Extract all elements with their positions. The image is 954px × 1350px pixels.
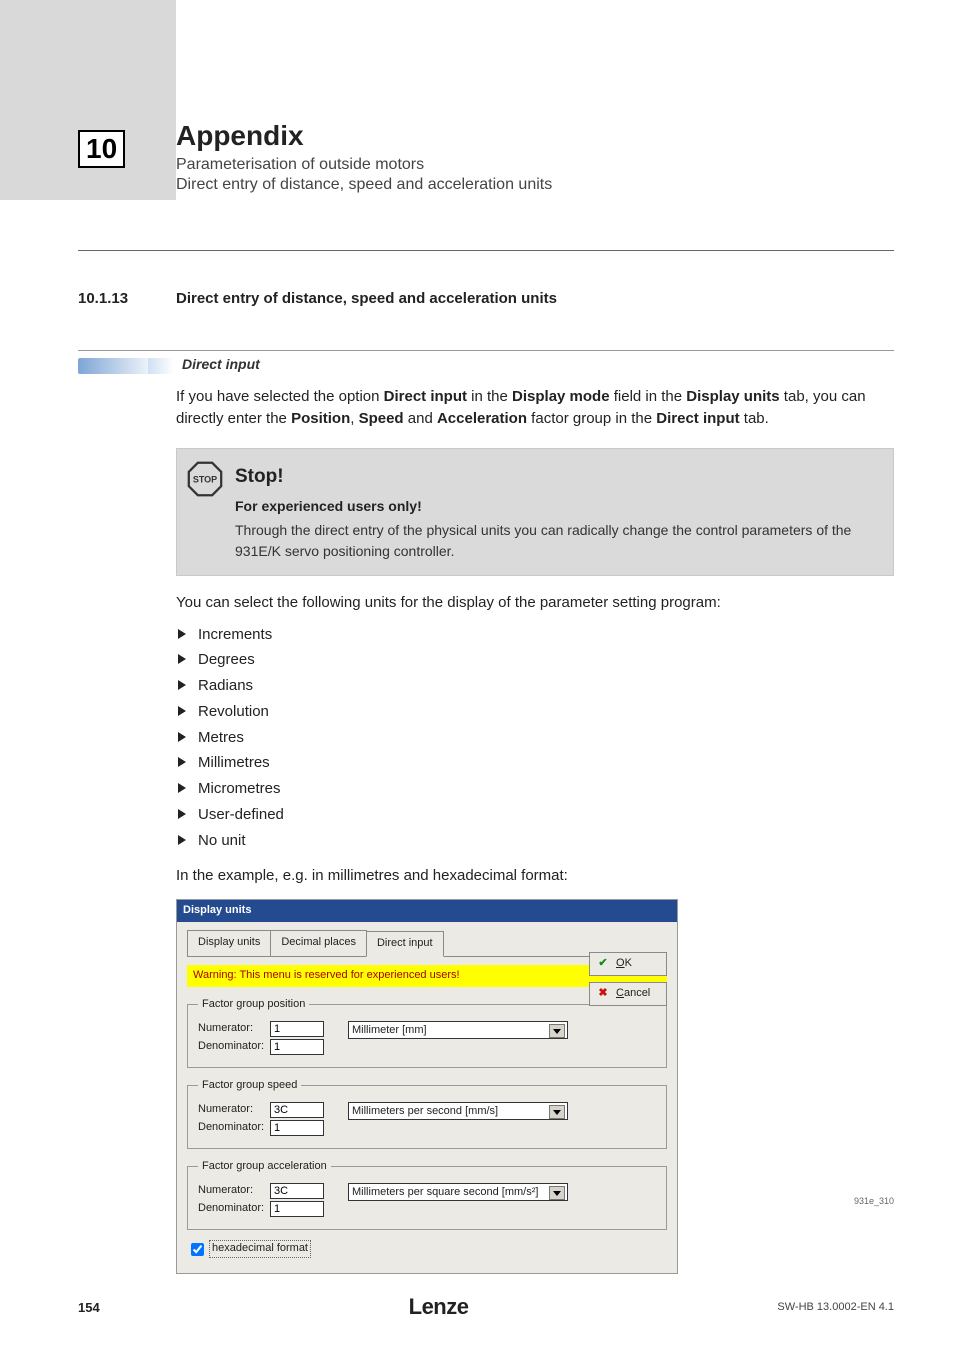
section-number: 10.1.13 [78,290,128,307]
hex-format-row: hexadecimal format [187,1240,667,1259]
tab-display-units[interactable]: Display units [187,930,271,956]
header-title: Appendix [176,120,894,152]
brand-logo: Lenze [409,1294,469,1320]
close-icon: ✖ [596,987,610,1001]
list-item: Micrometres [176,778,894,800]
tab-decimal-places[interactable]: Decimal places [270,930,367,956]
ok-button-label: OK [616,956,632,972]
cancel-button[interactable]: ✖ Cancel [589,982,667,1006]
stop-icon: STOP [187,461,223,497]
accel-numerator-label: Numerator: [198,1183,270,1199]
chapter-number: 10 [78,130,125,168]
intro-paragraph: If you have selected the option Direct i… [176,386,894,430]
position-denominator-input[interactable] [270,1039,324,1055]
svg-text:STOP: STOP [193,474,217,484]
cancel-button-label: Cancel [616,986,650,1002]
grey-header-block [0,0,176,200]
header-sub1: Parameterisation of outside motors [176,156,894,174]
para-after-stop: You can select the following units for t… [176,592,894,614]
list-item: User-defined [176,804,894,826]
page-number: 154 [78,1300,100,1315]
list-item: No unit [176,830,894,852]
dialog-button-column: ✔ OK ✖ Cancel [589,952,667,1012]
accel-denominator-label: Denominator: [198,1201,270,1217]
position-unit-select[interactable]: Millimeter [mm] [348,1021,568,1039]
fg-position-legend: Factor group position [198,997,309,1013]
list-item: Metres [176,727,894,749]
divider-sub [78,350,894,351]
accel-denominator-input[interactable] [270,1201,324,1217]
header-sub2: Direct entry of distance, speed and acce… [176,176,894,194]
ok-button[interactable]: ✔ OK [589,952,667,976]
dialog-titlebar: Display units [177,900,677,922]
direct-input-heading: Direct input [182,356,260,372]
doc-version: SW-HB 13.0002-EN 4.1 [777,1301,894,1313]
stop-subtitle: For experienced users only! [235,496,877,516]
position-numerator-input[interactable] [270,1021,324,1037]
list-item: Millimetres [176,752,894,774]
position-numerator-label: Numerator: [198,1021,270,1037]
hex-format-checkbox[interactable] [191,1243,204,1256]
speed-denominator-label: Denominator: [198,1120,270,1136]
list-item: Revolution [176,701,894,723]
stop-title: Stop! [235,463,877,491]
left-margin [0,0,176,1350]
tab-direct-input[interactable]: Direct input [366,931,444,957]
blue-tab-decor-2 [148,358,174,374]
factor-group-acceleration: Factor group acceleration Numerator: Den… [187,1159,667,1230]
speed-unit-select[interactable]: Millimeters per second [mm/s] [348,1102,568,1120]
page-footer: 154 Lenze SW-HB 13.0002-EN 4.1 [78,1294,894,1320]
divider-top [78,250,894,251]
fg-speed-legend: Factor group speed [198,1078,301,1094]
list-item: Degrees [176,649,894,671]
page-header: Appendix Parameterisation of outside mot… [176,120,894,194]
figure-reference: 931e_310 [854,1196,894,1206]
hex-format-label: hexadecimal format [209,1240,311,1258]
body-content: If you have selected the option Direct i… [176,386,894,1274]
checkmark-icon: ✔ [596,957,610,971]
position-denominator-label: Denominator: [198,1039,270,1055]
factor-group-speed: Factor group speed Numerator: Denominato… [187,1078,667,1149]
accel-unit-select[interactable]: Millimeters per square second [mm/s²] [348,1183,568,1201]
stop-callout: STOP Stop! For experienced users only! T… [176,448,894,576]
list-item: Radians [176,675,894,697]
speed-numerator-label: Numerator: [198,1102,270,1118]
fg-accel-legend: Factor group acceleration [198,1159,331,1175]
unit-list: Increments Degrees Radians Revolution Me… [176,624,894,852]
list-item: Increments [176,624,894,646]
display-units-dialog: Display units Display units Decimal plac… [176,899,678,1274]
example-line: In the example, e.g. in millimetres and … [176,865,894,887]
speed-denominator-input[interactable] [270,1120,324,1136]
section-title: Direct entry of distance, speed and acce… [176,290,557,307]
stop-text: Through the direct entry of the physical… [235,520,877,561]
accel-numerator-input[interactable] [270,1183,324,1199]
speed-numerator-input[interactable] [270,1102,324,1118]
